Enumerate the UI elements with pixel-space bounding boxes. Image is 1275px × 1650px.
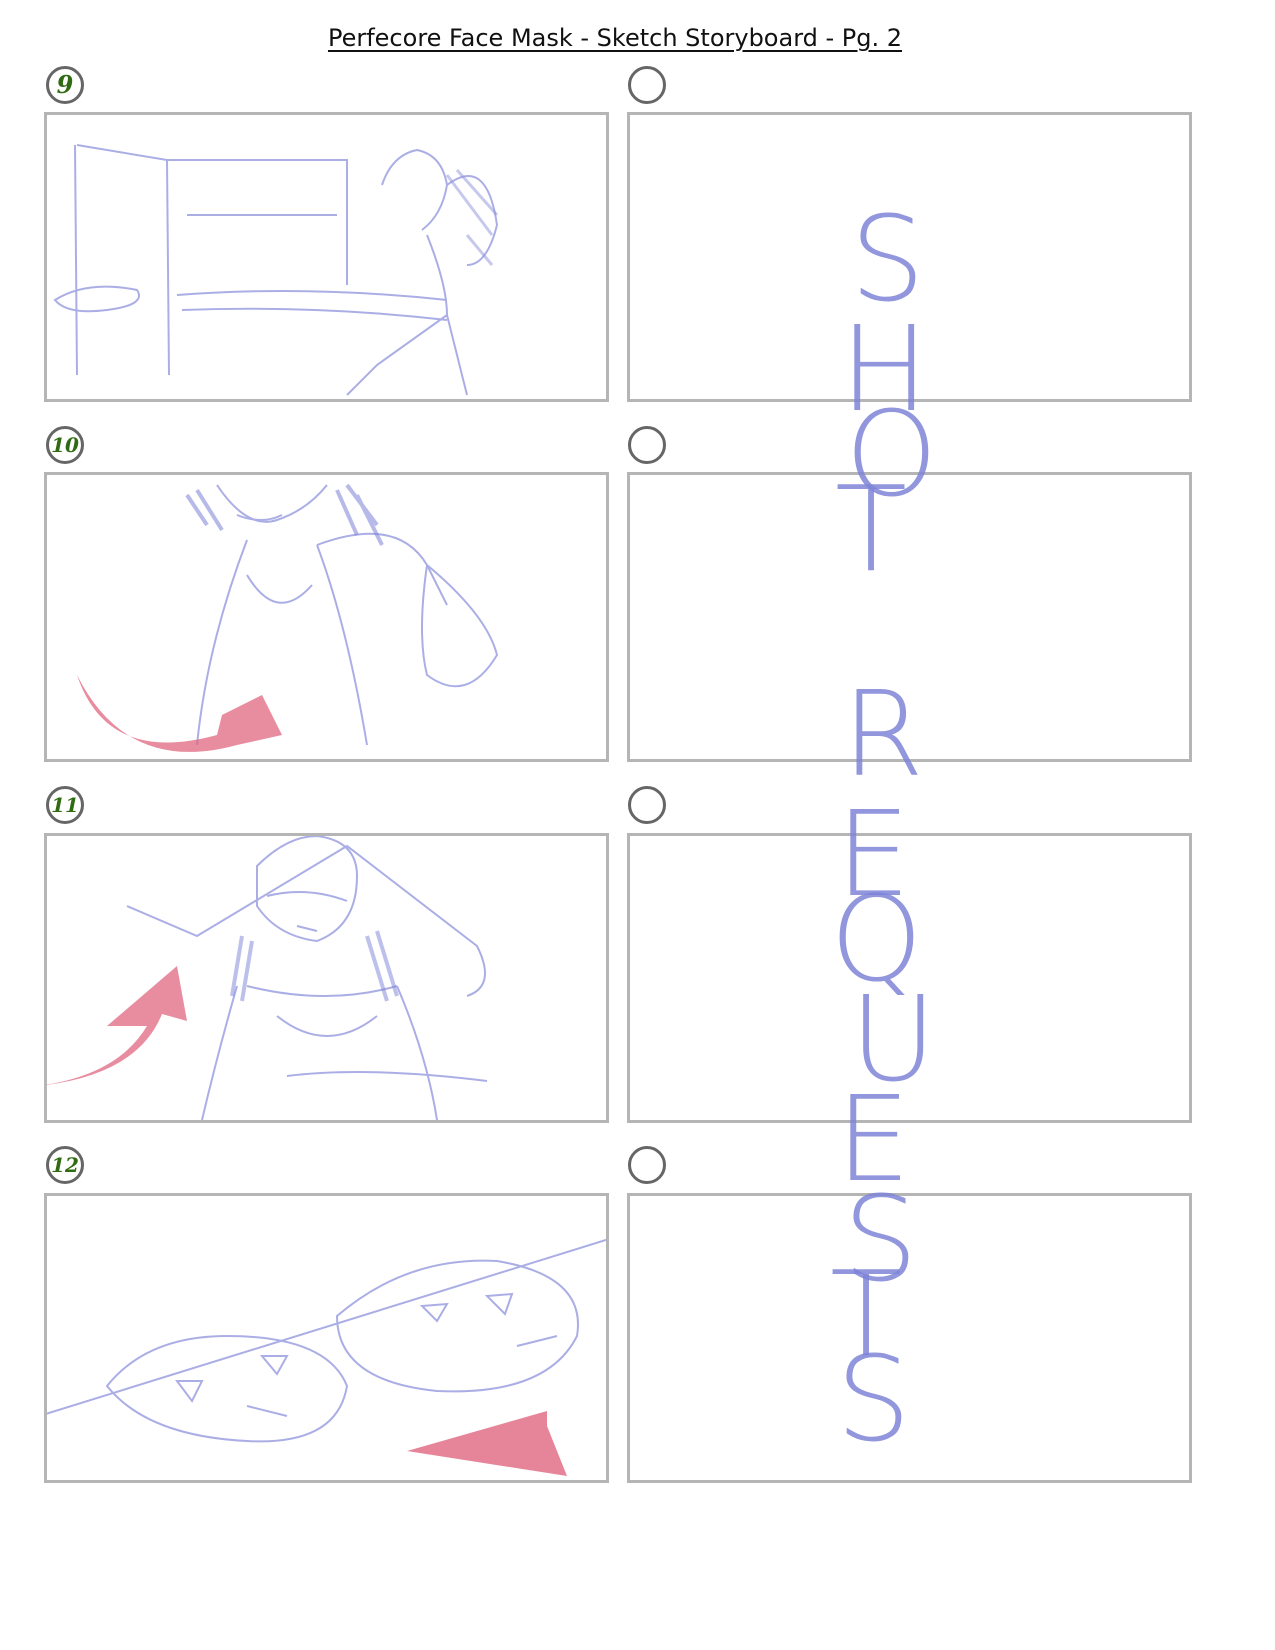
panel-number-12: 12	[46, 1146, 84, 1184]
empty-number-circle	[628, 426, 666, 464]
overlay-letter-t1: T	[835, 460, 908, 598]
panel-number-11: 11	[46, 786, 84, 824]
sketch-woman-reaching	[53, 144, 499, 396]
empty-number-circle	[628, 66, 666, 104]
panel-number-9: 9	[46, 66, 84, 104]
overlay-letter-r: R	[842, 665, 924, 803]
sketch-two-masks	[6, 1220, 668, 1476]
sketch-woman-wearing-mask	[37, 834, 488, 1121]
page-title: Perfecore Face Mask - Sketch Storyboard …	[327, 24, 903, 52]
storyboard-frame-10	[44, 472, 609, 762]
panel-number-10: 10	[46, 426, 84, 464]
sketch-woman-smiling	[77, 483, 499, 752]
empty-number-circle	[628, 786, 666, 824]
overlay-letter-s3: S	[836, 1330, 911, 1468]
storyboard-frame-11	[37, 833, 609, 1123]
storyboard-frame-9	[44, 112, 609, 402]
storyboard-frame-12	[6, 1193, 668, 1483]
empty-number-circle	[628, 1146, 666, 1184]
